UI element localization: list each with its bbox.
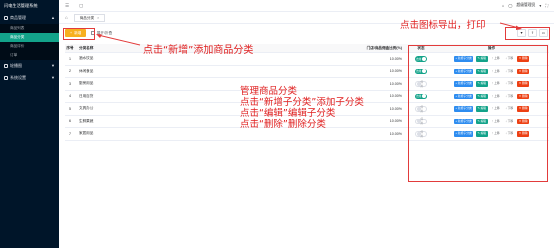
annotation-manage-4: 点击“删除”删除分类	[240, 119, 326, 130]
annotation-export: 点击图标导出，打印	[400, 20, 486, 31]
annotation-add: 点击“新增”添加商品分类	[143, 45, 254, 56]
